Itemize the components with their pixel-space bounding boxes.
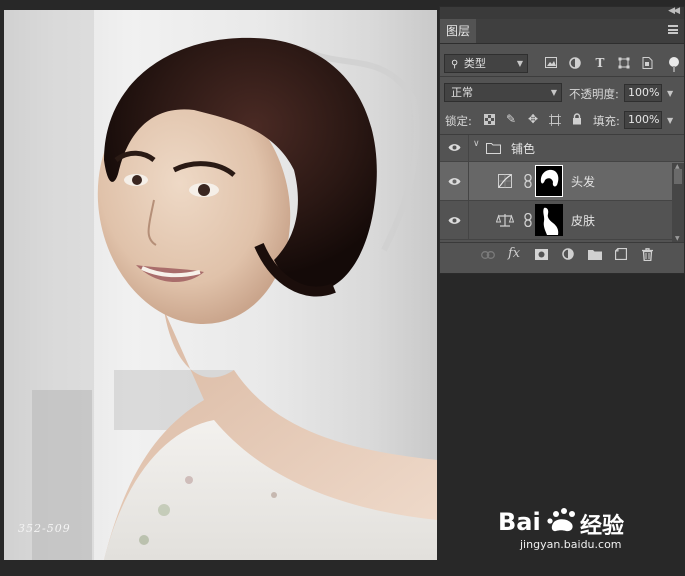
search-icon: ⚲: [451, 59, 459, 70]
layers-panel: ◀◀ 图层 ⚲ 类型 ▼ T 正常 ▼ 不透明度: 100% ▼ 锁定: ✎ ✥…: [439, 6, 685, 274]
fx-icon[interactable]: fx: [508, 246, 520, 261]
folder-icon: [486, 143, 501, 154]
chain-link-icon[interactable]: [524, 174, 532, 188]
scroll-thumb[interactable]: [674, 169, 682, 184]
visibility-toggle[interactable]: [440, 135, 469, 161]
filter-type-label: 类型: [463, 57, 486, 70]
chevron-down-icon[interactable]: ∨: [473, 139, 480, 149]
lock-transparent-icon[interactable]: [482, 114, 496, 128]
adjustment-filter-icon[interactable]: [568, 57, 582, 72]
layer-name: 头发: [571, 175, 596, 189]
layers-scrollbar[interactable]: ▲ ▼: [672, 163, 684, 242]
trash-icon[interactable]: [642, 248, 653, 261]
new-group-folder-icon[interactable]: [588, 249, 602, 260]
lock-pixels-brush-icon[interactable]: ✎: [504, 112, 518, 126]
photo-image: [4, 10, 437, 560]
layer-name: 皮肤: [571, 214, 596, 228]
type-filter-icon[interactable]: T: [593, 56, 607, 70]
eye-icon[interactable]: [448, 177, 461, 186]
color-balance-icon: [496, 214, 514, 227]
layers-bottom-toolbar: fx: [440, 242, 684, 267]
lock-artboard-icon[interactable]: [548, 114, 562, 129]
lock-all-icon[interactable]: [570, 113, 584, 128]
chevron-down-icon: ▼: [516, 59, 523, 68]
lock-label: 锁定:: [445, 114, 472, 128]
blend-mode-dropdown[interactable]: 正常 ▼: [444, 83, 562, 102]
shape-filter-icon[interactable]: [617, 57, 631, 72]
document-canvas[interactable]: 352-509: [4, 10, 437, 560]
fill-chevron-icon[interactable]: ▼: [667, 116, 680, 125]
opacity-input[interactable]: 100%: [624, 84, 662, 102]
filter-type-dropdown[interactable]: ⚲ 类型 ▼: [444, 54, 528, 73]
eye-icon[interactable]: [448, 216, 461, 225]
layer-row-group[interactable]: ∨ 铺色: [440, 135, 684, 162]
filter-row: ⚲ 类型 ▼ T: [440, 51, 684, 75]
layer-mask-thumbnail[interactable]: [535, 165, 563, 197]
layer-mask-thumbnail[interactable]: [535, 204, 563, 236]
panel-tabbar: 图层: [440, 19, 684, 44]
smart-object-filter-icon[interactable]: [640, 57, 654, 72]
new-adjustment-icon[interactable]: [562, 248, 574, 260]
fill-input[interactable]: 100%: [624, 111, 662, 129]
new-layer-icon[interactable]: [615, 248, 627, 260]
layer-name: 铺色: [511, 142, 536, 156]
add-mask-icon[interactable]: [535, 249, 548, 260]
svg-text:Bai: Bai: [498, 508, 541, 536]
panel-menu-icon[interactable]: [668, 25, 678, 34]
baidu-logo-icon: Bai: [498, 508, 575, 536]
tab-layers[interactable]: 图层: [440, 19, 476, 43]
link-icon[interactable]: [481, 251, 495, 259]
curves-adjustment-icon: [498, 174, 512, 188]
opacity-label: 不透明度:: [569, 87, 619, 101]
baidu-watermark: Bai 经验 jingyan.baidu.com: [498, 506, 648, 551]
divider: [440, 76, 684, 77]
photo-caption: 352-509: [18, 522, 71, 535]
watermark-site: jingyan.baidu.com: [520, 538, 622, 551]
fill-label: 填充:: [593, 114, 620, 128]
image-filter-icon[interactable]: [544, 57, 558, 71]
filter-toggle-stem: [673, 66, 675, 72]
visibility-toggle[interactable]: [440, 201, 469, 239]
blend-row: 正常 ▼ 不透明度: 100% ▼: [440, 81, 684, 105]
chain-link-icon[interactable]: [524, 213, 532, 227]
layer-row-skin[interactable]: 皮肤: [440, 201, 684, 240]
lock-position-move-icon[interactable]: ✥: [526, 112, 540, 126]
opacity-chevron-icon[interactable]: ▼: [667, 89, 680, 98]
collapse-icon[interactable]: ◀◀: [668, 6, 680, 16]
watermark-text: 经验: [580, 514, 625, 539]
layer-row-hair[interactable]: 头发: [440, 162, 684, 201]
blend-mode-label: 正常: [451, 86, 473, 99]
eye-icon[interactable]: [448, 143, 461, 152]
scroll-down-arrow-icon[interactable]: ▼: [675, 235, 680, 242]
chevron-down-icon: ▼: [550, 88, 557, 97]
panel-header: ◀◀: [440, 6, 684, 19]
lock-row: 锁定: ✎ ✥ 填充: 100% ▼: [440, 108, 684, 132]
visibility-toggle[interactable]: [440, 162, 469, 200]
